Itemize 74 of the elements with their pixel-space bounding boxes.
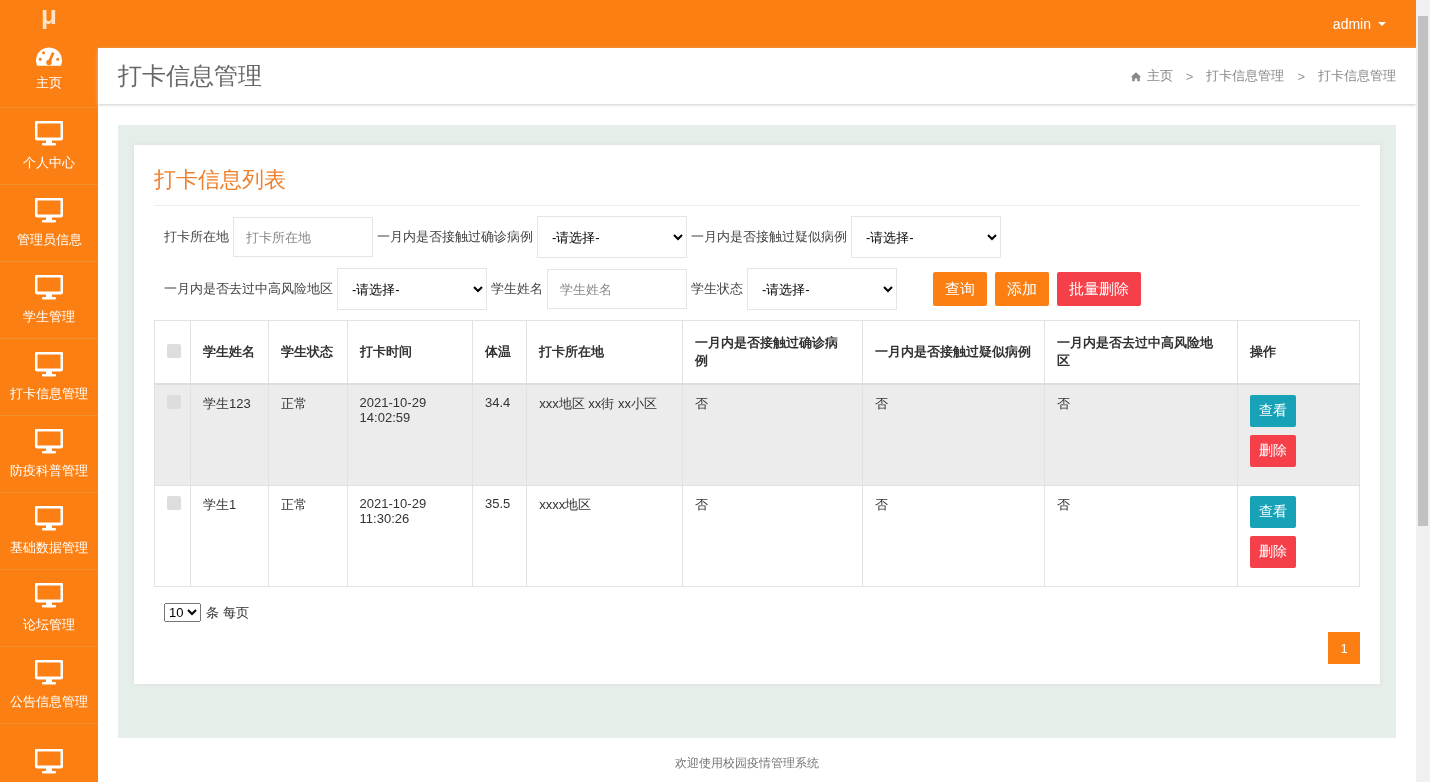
table-cell: 否: [682, 384, 863, 486]
breadcrumb-link[interactable]: 打卡信息管理: [1318, 67, 1396, 85]
table-cell: 正常: [268, 384, 348, 486]
table-cell: 否: [862, 384, 1045, 486]
table-cell: 否: [1044, 485, 1237, 587]
table-cell: 否: [1044, 384, 1237, 486]
monitor-icon: [35, 749, 63, 775]
dashboard-icon: [36, 46, 62, 67]
checkbox[interactable]: [167, 496, 181, 510]
scrollbar[interactable]: [1416, 0, 1430, 782]
sidebar-item[interactable]: 管理员信息: [0, 185, 98, 262]
dropdown[interactable]: -请选择-: [537, 216, 687, 258]
table-cell: xxx地区 xx街 xx小区: [526, 384, 683, 486]
sidebar-item[interactable]: 基础数据管理: [0, 493, 98, 570]
logo: μ: [40, 0, 58, 31]
monitor-icon: [35, 120, 63, 147]
view-button[interactable]: 查看: [1249, 395, 1296, 427]
table-cell: 学生1: [190, 485, 269, 587]
card-title: 打卡信息列表: [154, 159, 1360, 206]
view-button[interactable]: 查看: [1249, 496, 1296, 528]
table-cell: 正常: [268, 485, 348, 587]
filter-label: 一月内是否接触过确诊病例: [377, 228, 533, 246]
sidebar-item[interactable]: 学生管理: [0, 262, 98, 339]
breadcrumb-link[interactable]: 主页: [1146, 67, 1173, 85]
table-cell: 35.5: [472, 485, 527, 587]
table-row[interactable]: 学生123 正常 2021-10-29 14:02:59 34.4 xxx地区 xx街 xx小区 否 否 否 查看 删除: [154, 384, 1360, 486]
table-cell: 否: [862, 485, 1045, 587]
page-button[interactable]: 1: [1328, 632, 1360, 664]
monitor-icon: [35, 274, 63, 301]
breadcrumb-separator: >: [1185, 68, 1194, 84]
page-title: 打卡信息管理: [118, 61, 262, 91]
monitor-icon: [35, 428, 63, 455]
user-menu[interactable]: admin: [1332, 16, 1386, 32]
breadcrumb-link[interactable]: 打卡信息管理: [1206, 67, 1285, 85]
breadcrumb-separator: >: [1297, 68, 1305, 84]
filter-label: 一月内是否接触过疑似病例: [691, 228, 847, 246]
caret-icon: [1378, 22, 1386, 26]
input-field[interactable]: 学生姓名: [547, 269, 687, 309]
monitor-icon: [35, 351, 63, 378]
table-row[interactable]: 学生1 正常 2021-10-29 11:30:26 35.5 xxxx地区 否 否 否 查看 删除: [154, 485, 1360, 587]
table-cell: 否: [682, 485, 863, 587]
dropdown[interactable]: -请选择-: [851, 216, 1001, 258]
table-cell: 2021-10-29 14:02:59: [347, 384, 473, 486]
filter-label: 一月内是否去过中高风险地区: [164, 280, 333, 298]
checkbox[interactable]: [167, 343, 181, 358]
monitor-icon: [35, 505, 63, 532]
sidebar-item[interactable]: 防疫科普管理: [0, 416, 98, 493]
dropdown[interactable]: -请选择-: [747, 268, 897, 310]
filter-label: 打卡所在地: [164, 228, 229, 246]
table-cell: xxxx地区: [526, 485, 683, 587]
page-size-label: 条 每页: [206, 603, 249, 622]
action-button[interactable]: 添加: [995, 272, 1049, 306]
filter-label: 学生姓名: [491, 280, 543, 298]
sidebar-item[interactable]: 论坛管理: [0, 570, 98, 647]
action-button[interactable]: 批量删除: [1057, 272, 1141, 306]
monitor-icon: [35, 582, 63, 609]
table-cell: 学生123: [190, 384, 269, 486]
sidebar-item[interactable]: 公告信息管理: [0, 647, 98, 724]
page-size-dropdown[interactable]: 10: [164, 603, 201, 622]
home-icon: [1129, 70, 1142, 82]
monitor-icon: [35, 659, 63, 686]
sidebar-item[interactable]: 打卡信息管理: [0, 339, 98, 416]
input-field[interactable]: 打卡所在地: [233, 217, 373, 257]
delete-button[interactable]: 删除: [1249, 536, 1296, 568]
scrollbar-thumb[interactable]: [1418, 16, 1428, 526]
monitor-icon: [35, 197, 63, 224]
sidebar-item[interactable]: 个人中心: [0, 108, 98, 185]
action-button[interactable]: 查询: [933, 272, 987, 306]
table-cell: 34.4: [472, 384, 527, 486]
filter-label: 学生状态: [691, 280, 743, 298]
delete-button[interactable]: 删除: [1249, 435, 1296, 467]
table-cell: 2021-10-29 11:30:26: [347, 485, 473, 587]
dropdown[interactable]: -请选择-: [337, 268, 487, 310]
footer-text: 欢迎使用校园疫情管理系统: [675, 755, 819, 772]
